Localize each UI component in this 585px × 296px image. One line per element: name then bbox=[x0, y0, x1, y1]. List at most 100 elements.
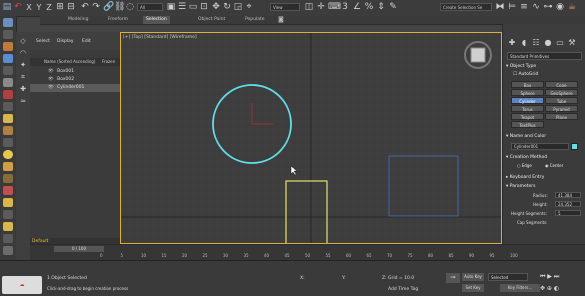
viewport-label[interactable]: [+] [Top] [Standard] [Wireframe] bbox=[123, 35, 197, 40]
column-name-header[interactable]: Name (Sorted Ascending) bbox=[44, 59, 95, 64]
height-segments-field[interactable]: 5 bbox=[555, 210, 581, 216]
object-type-rollout[interactable]: ▾ Object Type bbox=[506, 64, 583, 69]
select-object-icon[interactable]: ▣ bbox=[166, 2, 176, 13]
sun-icon[interactable] bbox=[3, 150, 13, 159]
playback-controls-icon[interactable]: ⏮ ▶ ⏭ bbox=[540, 273, 559, 281]
gizmo-icon[interactable] bbox=[3, 222, 13, 231]
window-crossing-icon[interactable]: ⊡ bbox=[199, 2, 209, 13]
scene-item-box001[interactable]: 👁 Box001 bbox=[30, 68, 120, 76]
creation-method-rollout[interactable]: ▾ Creation Method bbox=[506, 155, 583, 160]
sphere-button[interactable]: Sphere bbox=[511, 89, 544, 96]
mirror-icon[interactable]: ⧓ bbox=[495, 2, 505, 13]
menu-display[interactable]: Display bbox=[57, 39, 74, 44]
scene-item-box002[interactable]: 👁 Box002 bbox=[30, 76, 120, 84]
spinner-snap-icon[interactable]: ⇕ bbox=[376, 2, 386, 13]
select-by-name-icon[interactable]: ☰ bbox=[177, 2, 187, 13]
filter-geometry-icon[interactable]: ◇ bbox=[18, 36, 28, 47]
filter-warps-icon[interactable]: ≈ bbox=[18, 96, 28, 107]
tab-object-paint[interactable]: Object Paint bbox=[198, 17, 225, 22]
layer-explorer-icon[interactable]: ≡ bbox=[519, 2, 529, 13]
container-icon[interactable] bbox=[3, 162, 13, 171]
rotate-icon[interactable]: ↻ bbox=[222, 2, 232, 13]
primitive-type-dropdown[interactable]: Standard Primitives bbox=[507, 52, 582, 60]
xy-icon[interactable]: ⊞ bbox=[55, 2, 65, 13]
angle-snap-icon[interactable]: ∠ bbox=[352, 2, 362, 13]
place-icon[interactable]: ⌖ bbox=[244, 2, 254, 13]
utility-icon[interactable] bbox=[3, 246, 13, 255]
name-color-rollout[interactable]: ▾ Name and Color bbox=[506, 134, 583, 139]
scene-explorer-header[interactable]: Name (Sorted Ascending) Frozen bbox=[30, 58, 120, 66]
maxscript-listener-icon[interactable]: ☁ bbox=[2, 276, 42, 294]
modify-tab-icon[interactable]: ◖ bbox=[519, 37, 529, 48]
geosphere-button[interactable]: GeoSphere bbox=[545, 89, 578, 96]
keyboard-shortcut-icon[interactable]: ⌨ bbox=[328, 2, 341, 13]
filter-lights-icon[interactable]: ✦ bbox=[18, 60, 28, 71]
link-icon[interactable]: 🔗 bbox=[103, 2, 114, 13]
set-key-mode-icon[interactable]: ⊸ bbox=[446, 273, 460, 283]
utilities-tab-icon[interactable]: ⚒ bbox=[567, 37, 577, 48]
timeline[interactable]: 0 / 100 0 5 10 15 20 25 30 35 40 45 50 55 60 65 70 75 80… bbox=[30, 244, 585, 261]
reference-coordinate-dropdown[interactable]: View bbox=[270, 3, 300, 11]
modifier-icon[interactable] bbox=[3, 138, 13, 147]
settings-icon[interactable] bbox=[3, 102, 13, 111]
redo-arrow-icon[interactable]: ↷ bbox=[91, 2, 101, 13]
display-tab-icon[interactable]: ▭ bbox=[555, 37, 565, 48]
edit-named-selection-icon[interactable]: ✎ bbox=[388, 2, 398, 13]
script-icon[interactable] bbox=[3, 90, 13, 99]
time-slider[interactable]: 0 / 100 bbox=[54, 246, 104, 252]
cylinder-button[interactable]: Cylinder bbox=[511, 97, 544, 104]
material-editor-icon[interactable]: ◉ bbox=[555, 2, 565, 13]
key-target-dropdown[interactable]: Selected bbox=[488, 273, 528, 281]
torus-button[interactable]: Torus bbox=[511, 105, 544, 112]
axis-z[interactable]: Z bbox=[44, 2, 54, 13]
teapot-button[interactable]: Teapot bbox=[511, 113, 544, 120]
bind-icon[interactable]: ◌ bbox=[125, 2, 135, 13]
schematic-view-icon[interactable]: ⊶ bbox=[543, 2, 553, 13]
import-icon[interactable] bbox=[3, 66, 13, 75]
curve-editor-icon[interactable]: ∿ bbox=[531, 2, 541, 13]
undo-arrow-icon[interactable]: ↶ bbox=[80, 2, 90, 13]
plane-button[interactable]: Plane bbox=[545, 113, 578, 120]
menu-select[interactable]: Select bbox=[36, 39, 50, 44]
tab-modeling[interactable]: Modeling bbox=[68, 17, 88, 22]
save-icon[interactable] bbox=[3, 54, 13, 63]
filter-helpers-icon[interactable]: ✚ bbox=[18, 84, 28, 95]
pivot-icon[interactable]: ◫ bbox=[304, 2, 314, 13]
named-selection-dropdown[interactable]: Create Selection Se bbox=[440, 3, 492, 11]
tool-icon[interactable] bbox=[3, 210, 13, 219]
select-manipulate-icon[interactable]: ✛ bbox=[316, 2, 326, 13]
motion-tab-icon[interactable]: ● bbox=[543, 37, 553, 48]
object-color-swatch[interactable] bbox=[571, 143, 578, 150]
tab-freeform[interactable]: Freeform bbox=[108, 17, 128, 22]
util-icon[interactable] bbox=[3, 234, 13, 243]
rect-region-icon[interactable]: ▭ bbox=[188, 2, 198, 13]
object-name-field[interactable]: Cylinder001 bbox=[511, 143, 569, 150]
box-button[interactable]: Box bbox=[511, 81, 544, 88]
tab-populate[interactable]: Populate bbox=[245, 17, 265, 22]
light-icon[interactable] bbox=[3, 114, 13, 123]
ribbon-toggle-icon[interactable]: ◙ bbox=[278, 16, 284, 23]
move-icon[interactable]: ✥ bbox=[211, 2, 221, 13]
align-icon[interactable]: ⊨ bbox=[507, 2, 517, 13]
undo-icon[interactable]: ↶ bbox=[13, 2, 23, 13]
key-filters-button[interactable]: Key Filters... bbox=[500, 284, 540, 292]
render-icon[interactable] bbox=[3, 186, 13, 195]
viewport-nav-icon[interactable]: ✥ ⊕ ◐ bbox=[540, 285, 559, 292]
render-setup-icon[interactable]: ☕ bbox=[567, 2, 577, 13]
app-menu-icon[interactable]: ▤ bbox=[2, 2, 12, 13]
autogrid-checkbox[interactable]: ☐ AutoGrid bbox=[513, 72, 585, 77]
open-icon[interactable] bbox=[3, 42, 13, 51]
selection-filter-dropdown[interactable]: All bbox=[137, 3, 163, 11]
eye-icon[interactable]: 👁 bbox=[48, 69, 54, 74]
reference-icon[interactable] bbox=[3, 78, 13, 87]
snap-3-icon[interactable]: 3 bbox=[340, 2, 350, 13]
hierarchy-tab-icon[interactable]: ☷ bbox=[531, 37, 541, 48]
set-key-button[interactable]: Set Key bbox=[462, 284, 484, 292]
pyramid-button[interactable]: Pyramid bbox=[545, 105, 578, 112]
particle-icon[interactable] bbox=[3, 174, 13, 183]
add-time-tag[interactable]: Add Time Tag bbox=[388, 287, 418, 292]
keyboard-entry-rollout[interactable]: ▸ Keyboard Entry bbox=[506, 175, 583, 180]
filter-shapes-icon[interactable]: ◠ bbox=[18, 48, 28, 59]
scale-icon[interactable]: ◲ bbox=[233, 2, 243, 13]
radius-field[interactable]: 41.384 bbox=[555, 192, 581, 198]
